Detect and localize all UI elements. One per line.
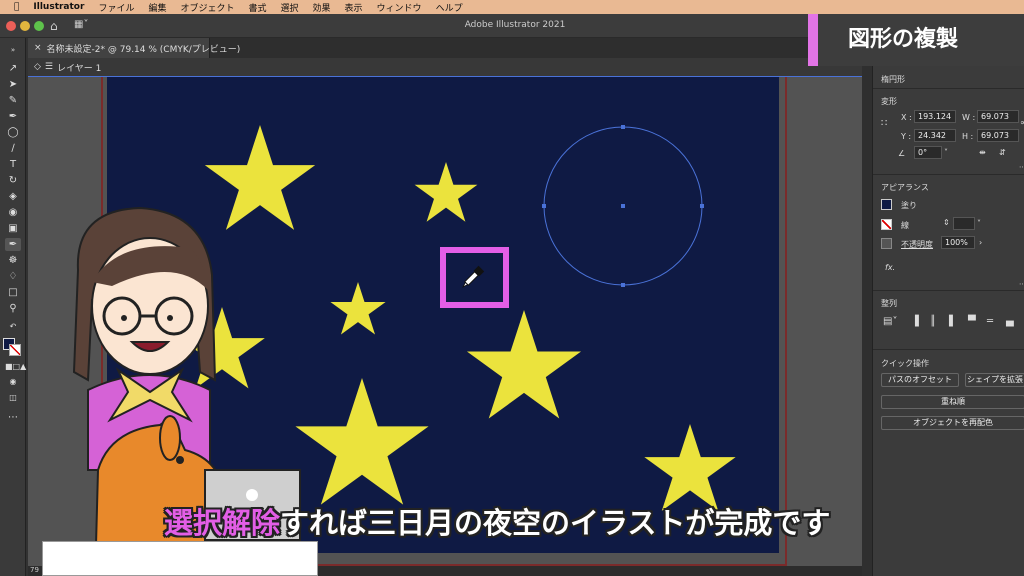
properties-panel: 楕円形 変形 ∷ X : 193.124 W : 69.073 Y : 24.3… <box>872 66 1024 576</box>
flip-horizontal-icon[interactable]: ⇼ <box>979 148 986 157</box>
panel-divider[interactable] <box>862 66 872 576</box>
object-type-label: 楕円形 <box>881 75 905 84</box>
stroke-label[interactable]: 線 <box>901 220 909 231</box>
stroke-swatch[interactable] <box>881 219 892 230</box>
x-label: X : <box>901 113 912 122</box>
fill-label[interactable]: 塗り <box>901 200 917 211</box>
align-section-title: 整列 <box>881 299 897 308</box>
opacity-icon <box>881 238 892 249</box>
rotate-dropdown-icon[interactable]: ˅ <box>944 148 948 157</box>
offset-path-button[interactable]: パスのオフセット <box>881 373 959 387</box>
more-options-icon[interactable]: ⋯ <box>1019 280 1024 288</box>
star-shape[interactable] <box>295 378 429 505</box>
recolor-artwork-button[interactable]: オブジェクトを再配色 <box>881 416 1024 430</box>
star-shape[interactable] <box>644 424 736 511</box>
align-left-icon[interactable]: ▐ <box>911 316 919 327</box>
narrator-desk-box <box>42 541 318 576</box>
rotate-field[interactable]: 0° <box>914 146 942 159</box>
anchor-point[interactable] <box>621 283 625 287</box>
subtitle-caption: 選択解除すれば三日月の夜空のイラストが完成です <box>164 500 830 542</box>
anchor-point[interactable] <box>621 125 625 129</box>
transform-section-title: 変形 <box>881 97 897 106</box>
expand-shape-button[interactable]: シェイプを拡張 <box>965 373 1024 387</box>
subtitle-text: すれば三日月の夜空のイラストが完成です <box>280 506 831 540</box>
height-field[interactable]: 69.073 <box>977 129 1019 142</box>
width-field[interactable]: 69.073 <box>977 110 1019 123</box>
episode-title-badge: 図形の複製 <box>808 14 1024 66</box>
eyedropper-cursor-icon <box>461 265 485 289</box>
screen:  Illustrator ファイル 編集 オブジェクト 書式 選択 効果 表示… <box>0 0 1024 576</box>
x-field[interactable]: 193.124 <box>914 110 956 123</box>
y-label: Y : <box>901 132 912 141</box>
w-label: W : <box>962 113 976 122</box>
rotate-icon: ∠ <box>898 149 906 158</box>
divider <box>873 290 1024 291</box>
star-shape[interactable] <box>414 162 478 222</box>
y-field[interactable]: 24.342 <box>914 129 956 142</box>
h-label: H : <box>962 132 974 141</box>
subtitle-highlight: 選択解除 <box>164 506 281 540</box>
fx-button[interactable]: fx. <box>885 263 895 272</box>
align-bottom-icon[interactable]: ▄ <box>1006 316 1014 327</box>
divider <box>873 88 1024 89</box>
divider <box>873 349 1024 350</box>
flip-vertical-icon[interactable]: ⇵ <box>999 148 1006 157</box>
constrain-proportions-icon[interactable]: ∞ <box>1020 118 1024 127</box>
anchor-point[interactable] <box>542 204 546 208</box>
stroke-weight-dropdown-icon[interactable]: ˅ <box>977 219 981 228</box>
opacity-field[interactable]: 100% <box>941 236 975 249</box>
stroke-weight-stepper-icon[interactable]: ⇕ <box>943 218 950 227</box>
fill-swatch[interactable] <box>881 199 892 210</box>
divider <box>873 174 1024 175</box>
align-center-icon[interactable]: ║ <box>930 316 936 327</box>
quick-actions-title: クイック操作 <box>881 359 929 368</box>
arrange-button[interactable]: 重ね順 <box>881 395 1024 409</box>
align-to-icon[interactable]: ▤˅ <box>883 316 897 327</box>
star-shape[interactable] <box>466 310 582 419</box>
reference-point-icon[interactable]: ∷ <box>881 118 887 129</box>
more-options-icon[interactable]: ⋯ <box>1019 163 1024 171</box>
star-shape[interactable] <box>330 282 386 335</box>
anchor-point[interactable] <box>700 204 704 208</box>
star-shape[interactable] <box>204 125 316 230</box>
align-top-icon[interactable]: ▀ <box>968 316 976 327</box>
opacity-label[interactable]: 不透明度 <box>901 239 933 250</box>
opacity-expand-icon[interactable]: › <box>979 238 982 247</box>
zoom-level[interactable]: 79 <box>30 566 39 574</box>
appearance-section-title: アピアランス <box>881 183 929 192</box>
align-middle-icon[interactable]: ═ <box>987 316 993 327</box>
stroke-weight-field[interactable] <box>953 217 975 230</box>
align-right-icon[interactable]: ▌ <box>949 316 957 327</box>
center-point[interactable] <box>621 204 625 208</box>
